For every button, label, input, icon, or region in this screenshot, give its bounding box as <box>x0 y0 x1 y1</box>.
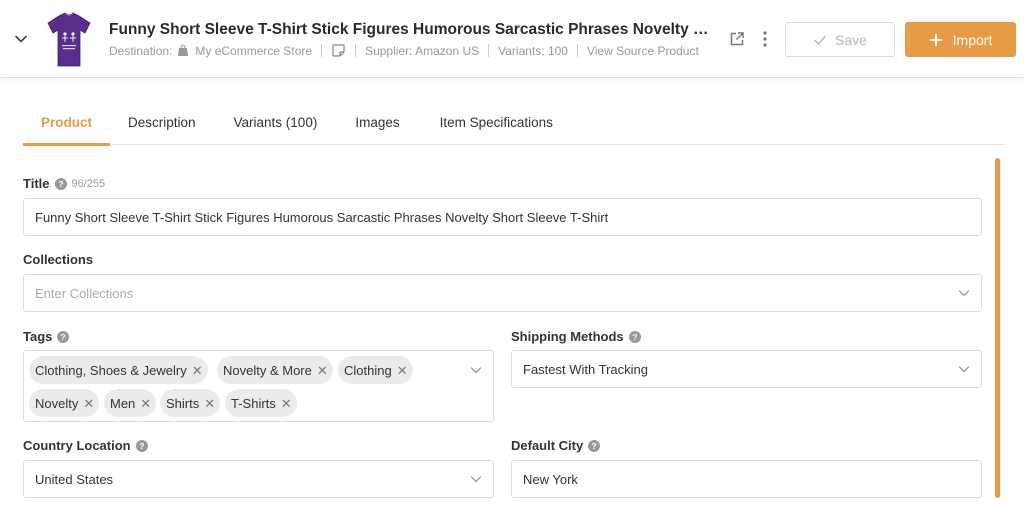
remove-tag-icon[interactable]: ✕ <box>192 364 203 377</box>
tab-bar: Product Description Variants (100) Image… <box>23 100 1005 146</box>
divider <box>488 44 490 57</box>
tags-label: Tags ? <box>23 329 70 344</box>
supplier-text: Supplier: Amazon US <box>365 43 480 58</box>
tag-label: T-Shirts <box>231 395 276 411</box>
remove-tag-icon[interactable]: ✕ <box>204 397 215 410</box>
shipping-methods-value: Fastest With Tracking <box>523 361 648 377</box>
tab-description[interactable]: Description <box>128 100 196 145</box>
remove-tag-icon[interactable]: ✕ <box>140 397 151 410</box>
chevron-down-icon <box>958 290 970 297</box>
tag-chip: Novelty & More ✕ <box>217 356 333 384</box>
country-location-select[interactable]: United States <box>23 460 494 498</box>
divider <box>355 44 357 57</box>
country-location-value: United States <box>35 471 114 487</box>
help-icon[interactable]: ? <box>57 330 70 343</box>
tag-chip: Men ✕ <box>104 389 157 417</box>
help-icon[interactable]: ? <box>135 439 148 452</box>
title-label-text: Title <box>23 176 50 191</box>
svg-text:?: ? <box>592 441 597 451</box>
tab-item-specifications[interactable]: Item Specifications <box>440 100 553 145</box>
svg-text:?: ? <box>139 441 144 451</box>
tag-label: Novelty & More <box>223 362 312 378</box>
chevron-down-icon <box>470 367 482 374</box>
tag-chip: Novelty ✕ <box>29 389 100 417</box>
tag-chip: Clothing ✕ <box>338 356 413 384</box>
note-icon[interactable] <box>331 43 346 58</box>
tag-label: Clothing, Shoes & Jewelry <box>35 362 187 378</box>
help-icon[interactable]: ? <box>588 439 601 452</box>
remove-tag-icon[interactable]: ✕ <box>317 364 328 377</box>
svg-text:?: ? <box>632 332 637 342</box>
more-options-icon[interactable] <box>758 30 772 48</box>
shopping-bag-icon <box>178 44 189 56</box>
scrollbar[interactable] <box>995 158 1000 498</box>
chevron-down-icon <box>470 476 482 483</box>
title-input-value: Funny Short Sleeve T-Shirt Stick Figures… <box>35 209 609 225</box>
product-thumbnail[interactable] <box>44 8 94 70</box>
product-meta: Destination: My eCommerce Store Supplier… <box>109 43 699 58</box>
remove-tag-icon[interactable]: ✕ <box>281 397 292 410</box>
tag-chip: T-Shirts ✕ <box>225 389 297 417</box>
default-city-input[interactable]: New York <box>511 460 982 498</box>
country-label-text: Country Location <box>23 438 131 453</box>
tab-images[interactable]: Images <box>355 100 399 145</box>
remove-tag-icon[interactable]: ✕ <box>397 364 408 377</box>
tag-label: Clothing <box>344 362 392 378</box>
svg-text:?: ? <box>61 332 66 342</box>
view-source-link[interactable]: View Source Product <box>587 44 699 58</box>
help-icon[interactable]: ? <box>628 330 641 343</box>
tag-chip: Shirts ✕ <box>160 389 221 417</box>
tag-chip: Clothing, Shoes & Jewelry ✕ <box>29 356 208 384</box>
help-icon[interactable]: ? <box>54 177 67 190</box>
product-header: Funny Short Sleeve T-Shirt Stick Figures… <box>0 0 1024 78</box>
collections-select[interactable]: Enter Collections <box>23 274 982 312</box>
destination-label: Destination: <box>109 43 173 58</box>
tag-label: Shirts <box>166 395 200 411</box>
check-icon <box>814 35 826 45</box>
shipping-methods-label: Shipping Methods ? <box>511 329 641 344</box>
import-button[interactable]: Import <box>905 22 1016 57</box>
plus-icon <box>929 33 943 46</box>
divider <box>576 44 578 57</box>
product-title: Funny Short Sleeve T-Shirt Stick Figures… <box>109 21 709 38</box>
country-location-label: Country Location ? <box>23 438 148 453</box>
city-label-text: Default City <box>511 438 584 453</box>
title-char-counter: 96/255 <box>71 177 106 190</box>
variants-count: Variants: 100 <box>498 43 568 58</box>
default-city-label: Default City ? <box>511 438 601 453</box>
tag-label: Men <box>110 395 136 411</box>
chevron-down-icon <box>958 366 970 373</box>
import-button-label: Import <box>952 31 993 48</box>
default-city-value: New York <box>523 471 578 487</box>
collections-label: Collections <box>23 252 93 267</box>
save-button[interactable]: Save <box>785 22 895 57</box>
tags-select[interactable]: Clothing, Shoes & Jewelry ✕ Novelty & Mor… <box>23 350 494 422</box>
chevron-down-icon[interactable] <box>12 30 30 48</box>
tag-label: Novelty <box>35 395 79 411</box>
title-input[interactable]: Funny Short Sleeve T-Shirt Stick Figures… <box>23 198 982 236</box>
svg-text:?: ? <box>58 179 63 189</box>
destination-store[interactable]: My eCommerce Store <box>195 44 312 58</box>
title-label: Title ? 96/255 <box>23 176 105 191</box>
collections-placeholder: Enter Collections <box>35 285 134 301</box>
external-link-icon[interactable] <box>729 31 745 47</box>
divider <box>321 44 323 57</box>
remove-tag-icon[interactable]: ✕ <box>83 397 94 410</box>
shipping-label-text: Shipping Methods <box>511 329 624 344</box>
save-button-label: Save <box>835 31 867 48</box>
tab-variants[interactable]: Variants (100) <box>234 100 318 145</box>
collections-label-text: Collections <box>23 252 94 267</box>
shipping-methods-select[interactable]: Fastest With Tracking <box>511 350 982 388</box>
tab-product[interactable]: Product <box>23 100 110 146</box>
tags-label-text: Tags <box>23 329 53 344</box>
